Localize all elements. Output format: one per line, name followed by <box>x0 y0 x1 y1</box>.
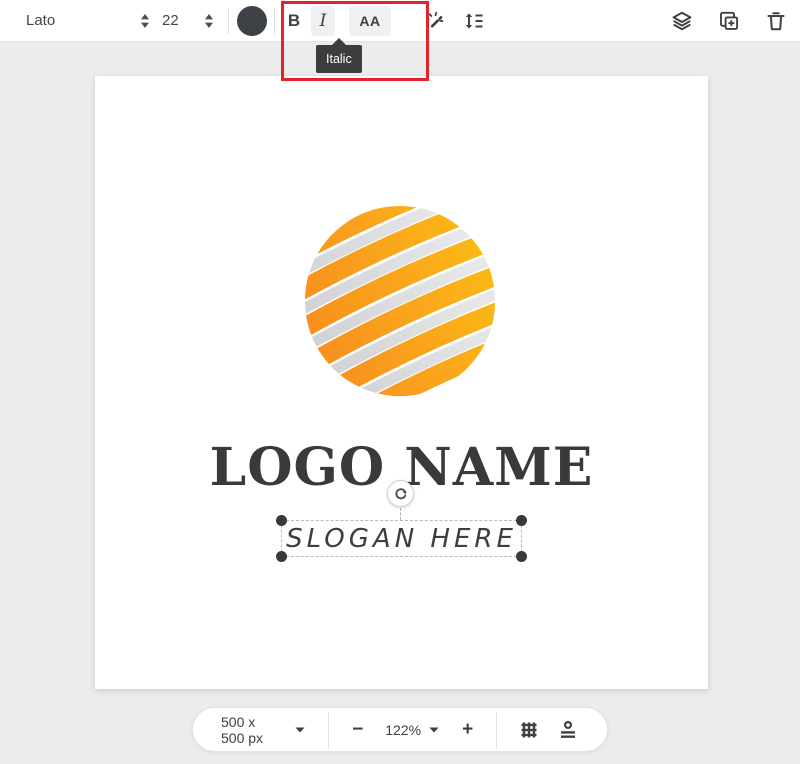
tooltip-label: Italic <box>326 52 352 66</box>
canvas-size-dropdown[interactable]: 500 x 500 px <box>221 714 305 746</box>
zoom-in-button[interactable]: + <box>462 720 473 739</box>
font-family-value: Lato <box>26 12 55 29</box>
position-toggle-button[interactable] <box>557 719 579 741</box>
resize-handle-top-left[interactable] <box>276 515 287 526</box>
magic-wand-button[interactable] <box>423 6 449 36</box>
magic-wand-icon <box>425 10 447 32</box>
stepper-icon[interactable] <box>140 13 150 29</box>
divider <box>228 8 229 34</box>
position-anchor-icon <box>557 719 579 741</box>
grid-toggle-button[interactable] <box>518 719 540 741</box>
line-spacing-icon <box>463 10 485 32</box>
stepper-icon[interactable] <box>204 13 214 29</box>
text-color-swatch[interactable] <box>237 6 267 36</box>
canvas-size-value: 500 x 500 px <box>221 714 282 746</box>
rotate-icon <box>394 487 408 501</box>
layers-icon <box>670 9 694 33</box>
artboard[interactable]: LOGO NAME SLOGAN HERE <box>95 76 708 689</box>
delete-button[interactable] <box>763 6 789 36</box>
font-family-select[interactable]: Lato <box>26 12 150 29</box>
chevron-down-icon <box>429 727 439 733</box>
slogan-selection-box[interactable]: SLOGAN HERE <box>281 520 522 557</box>
rotate-handle[interactable] <box>387 480 414 507</box>
italic-tooltip: Italic <box>316 45 362 73</box>
duplicate-button[interactable] <box>716 6 742 36</box>
resize-handle-bottom-right[interactable] <box>516 551 527 562</box>
trash-icon <box>764 9 788 33</box>
uppercase-button[interactable]: AA <box>349 6 391 36</box>
object-actions <box>669 6 789 36</box>
divider <box>328 712 329 748</box>
text-toolbar: Lato 22 B I AA <box>0 0 800 42</box>
italic-button[interactable]: I <box>311 6 335 36</box>
grid-icon <box>518 719 540 741</box>
duplicate-icon <box>717 9 741 33</box>
zoom-out-button[interactable]: − <box>352 720 363 739</box>
divider <box>274 8 275 34</box>
logo-sphere-graphic[interactable] <box>302 203 498 399</box>
zoom-level-value: 122% <box>385 722 421 738</box>
bold-button[interactable]: B <box>281 6 307 36</box>
font-size-value: 22 <box>162 12 179 29</box>
slogan-text[interactable]: SLOGAN HERE <box>286 524 517 554</box>
zoom-level-dropdown[interactable]: 122% <box>385 722 439 738</box>
font-size-select[interactable]: 22 <box>162 12 214 29</box>
canvas-controls-bar: 500 x 500 px − 122% + <box>192 707 608 752</box>
layers-button[interactable] <box>669 6 695 36</box>
chevron-down-icon <box>295 727 305 733</box>
logo-editor-app: Lato 22 B I AA <box>0 0 800 764</box>
line-spacing-button[interactable] <box>461 6 487 36</box>
resize-handle-bottom-left[interactable] <box>276 551 287 562</box>
resize-handle-top-right[interactable] <box>516 515 527 526</box>
divider <box>496 712 497 748</box>
selection-connector <box>400 508 401 520</box>
